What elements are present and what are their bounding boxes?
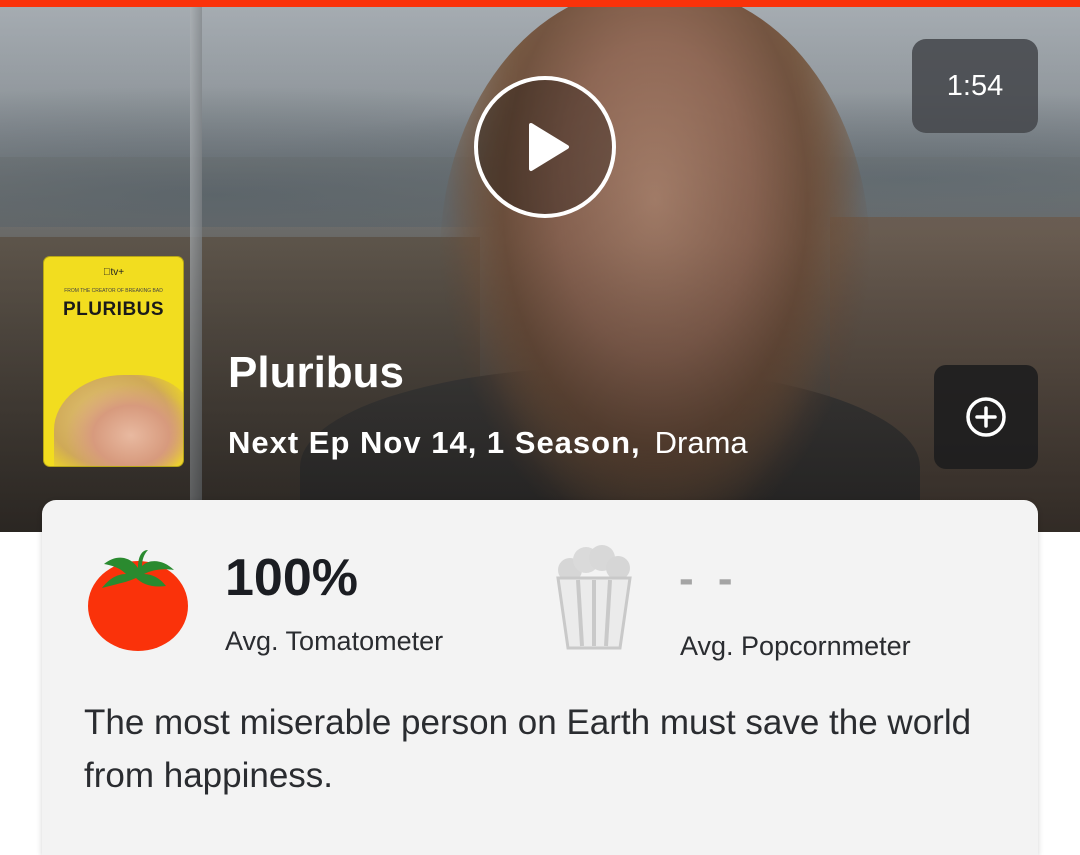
top-accent-bar [0, 0, 1080, 7]
show-genre: Drama [654, 425, 748, 460]
popcornmeter-score: - - [679, 554, 739, 603]
show-synopsis: The most miserable person on Earth must … [84, 703, 972, 795]
play-icon [529, 123, 569, 171]
popcornmeter-label: Avg. Popcornmeter [680, 631, 911, 661]
tomatometer-label: Avg. Tomatometer [225, 626, 444, 656]
video-duration: 1:54 [946, 69, 1004, 102]
poster-brand-text: tv+ [106, 267, 124, 278]
poster-tagline: FROM THE CREATOR OF BREAKING BAD [64, 288, 163, 294]
show-poster[interactable]: tv+ FROM THE CREATOR OF BREAKING BAD PL… [43, 256, 184, 467]
poster-artwork [54, 375, 183, 466]
tomatometer-score: 100% [225, 549, 358, 607]
show-next-episode: Next Ep Nov 14, 1 Season, [228, 425, 641, 460]
score-card: 100% Avg. Tomatometer - - Avg. Popcornme… [42, 500, 1038, 855]
show-meta: Next Ep Nov 14, 1 Season, Drama [228, 425, 748, 461]
video-duration-badge: 1:54 [912, 39, 1038, 133]
tomato-icon [88, 550, 188, 651]
add-to-watchlist-button[interactable] [934, 365, 1038, 469]
show-title: Pluribus [228, 348, 405, 397]
poster-brand: tv+ [44, 267, 183, 278]
poster-title: PLURIBUS [62, 299, 165, 320]
plus-circle-icon [966, 397, 1006, 437]
popcorn-bucket-icon [556, 545, 632, 650]
play-button[interactable] [474, 76, 616, 218]
